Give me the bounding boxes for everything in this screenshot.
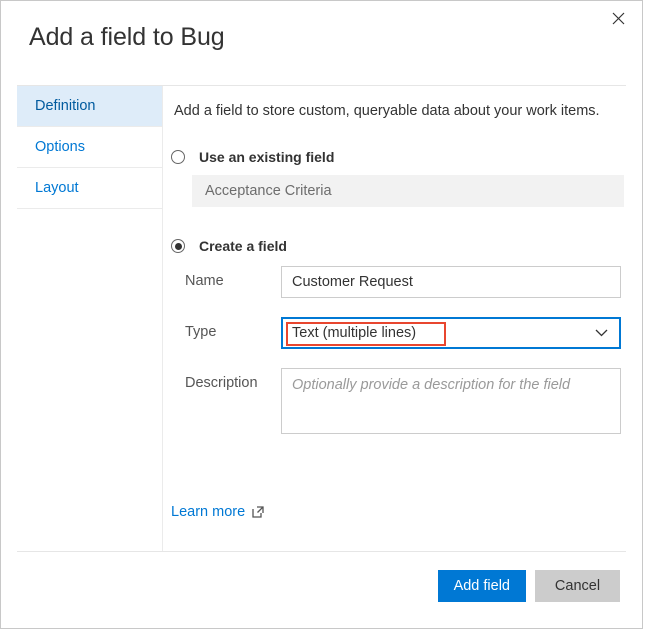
description-textarea[interactable] (281, 368, 621, 434)
learn-more-label: Learn more (171, 504, 246, 520)
learn-more-link[interactable]: Learn more (171, 504, 264, 520)
radio-icon-unchecked (171, 150, 185, 164)
add-field-dialog: Add a field to Bug Definition Options La… (0, 0, 643, 629)
sidebar-item-definition[interactable]: Definition (17, 86, 162, 127)
sidebar-item-label: Layout (35, 180, 79, 196)
cancel-button[interactable]: Cancel (535, 570, 620, 602)
close-button[interactable] (602, 3, 634, 33)
type-form-row: Type Text (multiple lines) (171, 317, 621, 349)
type-select[interactable]: Text (multiple lines) (281, 317, 621, 349)
chevron-down-icon (595, 319, 608, 347)
close-icon (612, 12, 625, 25)
dialog-footer: Add field Cancel (1, 551, 642, 628)
name-form-row: Name (171, 266, 621, 298)
name-input[interactable] (281, 266, 621, 298)
dialog-header: Add a field to Bug (1, 1, 642, 85)
sidebar-item-options[interactable]: Options (17, 127, 162, 168)
sidebar-item-label: Options (35, 139, 85, 155)
external-link-icon (252, 506, 264, 518)
radio-icon-checked (171, 239, 185, 253)
intro-text: Add a field to store custom, queryable d… (174, 103, 600, 119)
type-label: Type (185, 324, 217, 340)
existing-field-select: Acceptance Criteria (192, 175, 624, 207)
page-title: Add a field to Bug (29, 23, 225, 51)
radio-use-existing-field[interactable]: Use an existing field (171, 149, 334, 165)
existing-field-value: Acceptance Criteria (205, 183, 332, 199)
definition-panel: Add a field to store custom, queryable d… (163, 86, 642, 553)
radio-label-create-a-field: Create a field (199, 238, 287, 254)
name-label: Name (185, 273, 224, 289)
radio-label-use-existing-field: Use an existing field (199, 149, 335, 165)
description-label: Description (185, 375, 258, 391)
sidebar-item-layout[interactable]: Layout (17, 168, 162, 209)
sidebar-item-label: Definition (35, 98, 96, 114)
dialog-body: Definition Options Layout Add a field to… (1, 85, 642, 553)
description-form-row: Description (171, 368, 621, 434)
footer-button-group: Add field Cancel (437, 570, 620, 602)
add-field-button[interactable]: Add field (437, 570, 526, 602)
radio-create-a-field[interactable]: Create a field (171, 238, 287, 254)
type-select-value: Text (multiple lines) (292, 325, 417, 341)
footer-divider (17, 551, 626, 552)
sidebar-pivot: Definition Options Layout (17, 86, 162, 209)
